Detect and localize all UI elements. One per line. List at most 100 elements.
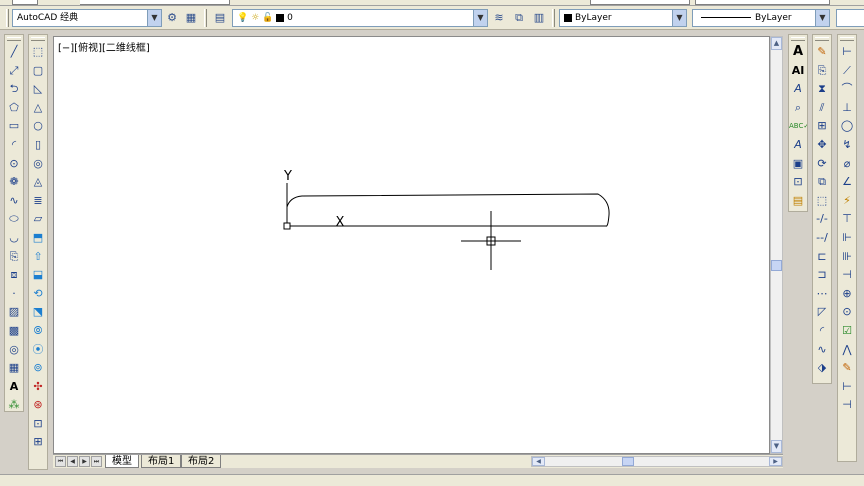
torus-icon[interactable]: ◎ — [29, 155, 47, 174]
jogged-linear-icon[interactable]: ⋀ — [838, 341, 856, 360]
justify-text-icon[interactable]: ⊡ — [789, 173, 807, 192]
dim-edit-icon[interactable]: ✎ — [838, 359, 856, 378]
chevron-down-icon[interactable]: ▼ — [473, 10, 487, 26]
first-tab-icon[interactable]: ⏮ — [55, 456, 66, 467]
dim-text-edit-icon[interactable]: ⊢ — [838, 378, 856, 397]
rotate-icon[interactable]: ⟳ — [813, 155, 831, 174]
rectangle-icon[interactable]: ▭ — [5, 117, 23, 136]
circle-icon[interactable]: ⊙ — [5, 155, 23, 174]
ellipse-arc-icon[interactable]: ◡ — [5, 229, 23, 248]
join-icon[interactable]: ⋯ — [813, 285, 831, 304]
blend-curves-icon[interactable]: ∿ — [813, 341, 831, 360]
3d-align-icon[interactable]: ⊡ — [29, 415, 47, 434]
helix-icon[interactable]: ≣ — [29, 192, 47, 211]
erase-icon[interactable]: ✎ — [813, 43, 831, 62]
pyramid-icon[interactable]: ◬ — [29, 173, 47, 192]
trim-icon[interactable]: -/- — [813, 210, 831, 229]
layer-properties-icon[interactable]: ▤ — [212, 10, 228, 26]
chevron-down-icon[interactable]: ▼ — [815, 10, 829, 26]
tab-layout2[interactable]: 布局2 — [181, 455, 222, 468]
make-current-layer-icon[interactable]: ≋ — [491, 10, 507, 26]
construction-line-icon[interactable]: ⤢ — [5, 62, 23, 81]
vertical-scrollbar[interactable]: ▲ ▼ — [770, 36, 783, 454]
drawing-area[interactable]: [−][俯视][二维线框] Y X — [53, 36, 770, 454]
toolbar-grip[interactable] — [31, 37, 45, 41]
diameter-dim-icon[interactable]: ⌀ — [838, 155, 856, 174]
layer-select[interactable]: 💡 ☼ 🔓 0 ▼ — [232, 9, 488, 27]
last-tab-icon[interactable]: ⏭ — [91, 456, 102, 467]
3d-array-icon[interactable]: ⊞ — [29, 433, 47, 452]
break-icon[interactable]: ⊐ — [813, 266, 831, 285]
workspace-select[interactable]: AutoCAD 经典 ▼ — [12, 9, 162, 27]
convert-space-icon[interactable]: ▤ — [789, 192, 807, 211]
point-icon[interactable]: · — [5, 285, 23, 304]
extrude-icon[interactable]: ⬒ — [29, 229, 47, 248]
chevron-down-icon[interactable]: ▼ — [147, 10, 161, 26]
arc-icon[interactable]: ◜ — [5, 136, 23, 155]
arc-length-icon[interactable]: ⌒ — [838, 80, 856, 99]
box-icon[interactable]: ▢ — [29, 62, 47, 81]
scale-text-icon[interactable]: ▣ — [789, 155, 807, 174]
region-icon[interactable]: ◎ — [5, 341, 23, 360]
linear-dim-icon[interactable]: ⊢ — [838, 43, 856, 62]
layer-previous-icon[interactable]: ⧉ — [511, 10, 527, 26]
lineweight-control[interactable] — [836, 9, 864, 27]
wedge-icon[interactable]: ◺ — [29, 80, 47, 99]
subtract-icon[interactable]: ⦿ — [29, 341, 47, 360]
scroll-left-icon[interactable]: ◀ — [532, 457, 545, 466]
spell-check-icon[interactable]: ABC✓ — [789, 117, 807, 136]
jogged-icon[interactable]: ↯ — [838, 136, 856, 155]
inspection-icon[interactable]: ☑ — [838, 322, 856, 341]
workspace-save-icon[interactable]: ▦ — [183, 10, 199, 26]
scroll-down-icon[interactable]: ▼ — [771, 440, 782, 453]
continue-dim-icon[interactable]: ⊩ — [838, 229, 856, 248]
aligned-dim-icon[interactable]: ⟋ — [838, 62, 856, 81]
single-line-text-icon[interactable]: AI — [789, 62, 807, 81]
presspull-icon[interactable]: ⇧ — [29, 248, 47, 267]
insert-block-icon[interactable]: ⎘ — [5, 248, 23, 267]
revision-cloud-icon[interactable]: ❁ — [5, 173, 23, 192]
horizontal-scroll-thumb[interactable] — [622, 457, 634, 466]
3d-rotate-icon[interactable]: ⊛ — [29, 396, 47, 415]
fillet-icon[interactable]: ◜ — [813, 322, 831, 341]
multiline-text-icon[interactable]: A — [5, 378, 23, 397]
offset-icon[interactable]: ⫽ — [813, 99, 831, 118]
polyline-icon[interactable]: ⮌ — [5, 80, 23, 99]
planar-surface-icon[interactable]: ▱ — [29, 210, 47, 229]
chamfer-icon[interactable]: ◸ — [813, 303, 831, 322]
extend-icon[interactable]: --/ — [813, 229, 831, 248]
table-icon[interactable]: ▦ — [5, 359, 23, 378]
toolbar-grip[interactable] — [815, 37, 829, 41]
chevron-down-icon[interactable]: ▼ — [672, 10, 686, 26]
union-icon[interactable]: ⦾ — [29, 322, 47, 341]
line-icon[interactable]: ╱ — [5, 43, 23, 62]
angular-dim-icon[interactable]: ∠ — [838, 173, 856, 192]
move-icon[interactable]: ✥ — [813, 136, 831, 155]
toolbar-grip[interactable] — [791, 37, 805, 41]
linetype-control[interactable]: ByLayer ▼ — [692, 9, 830, 27]
polygon-icon[interactable]: ⬠ — [5, 99, 23, 118]
tab-model[interactable]: 模型 — [105, 455, 139, 468]
copy-icon[interactable]: ⎘ — [813, 62, 831, 81]
tab-layout1[interactable]: 布局1 — [141, 455, 182, 468]
intersect-icon[interactable]: ⊚ — [29, 359, 47, 378]
ordinate-dim-icon[interactable]: ⊥ — [838, 99, 856, 118]
loft-icon[interactable]: ⬔ — [29, 303, 47, 322]
explode-icon[interactable]: ⬗ — [813, 359, 831, 378]
quick-dim-icon[interactable]: ⚡ — [838, 192, 856, 211]
sphere-icon[interactable]: ○ — [29, 117, 47, 136]
tolerance-icon[interactable]: ⊕ — [838, 285, 856, 304]
toolbar-grip[interactable] — [204, 9, 207, 27]
toolbar-grip[interactable] — [552, 9, 555, 27]
sweep-icon[interactable]: ⬓ — [29, 266, 47, 285]
polysolid-icon[interactable]: ⬚ — [29, 43, 47, 62]
dim-update-icon[interactable]: ⊣ — [838, 396, 856, 415]
3d-move-icon[interactable]: ✣ — [29, 378, 47, 397]
previous-tab-icon[interactable]: ◀ — [67, 456, 78, 467]
color-control[interactable]: ByLayer ▼ — [559, 9, 687, 27]
scroll-right-icon[interactable]: ▶ — [769, 457, 782, 466]
find-icon[interactable]: ⌕ — [789, 99, 807, 118]
spline-icon[interactable]: ∿ — [5, 192, 23, 211]
baseline-dim-icon[interactable]: ⊤ — [838, 210, 856, 229]
layer-states-icon[interactable]: ▥ — [531, 10, 547, 26]
